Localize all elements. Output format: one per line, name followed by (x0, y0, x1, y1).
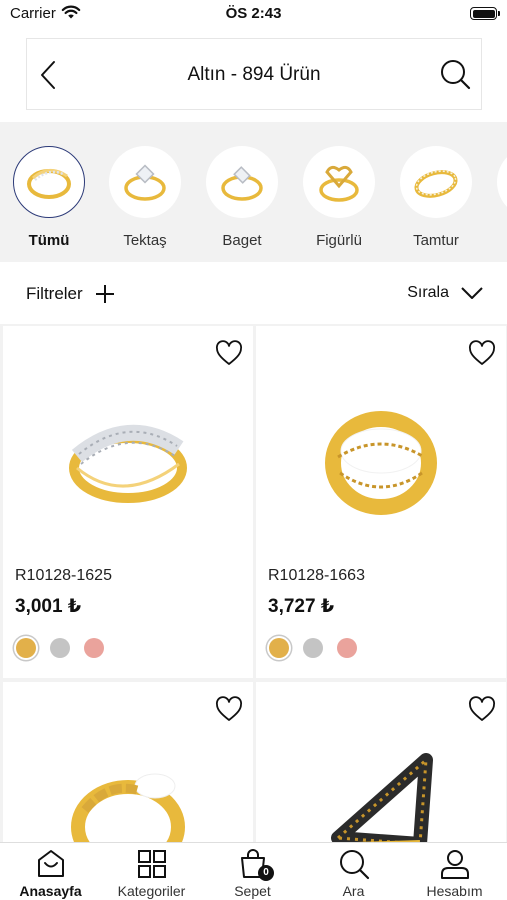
tab-label: Sepet (234, 883, 271, 899)
bottom-tab-bar: Anasayfa Kategoriler 0 Sepet Ara Hesabım (0, 842, 507, 900)
status-bar: Carrier ÖS 2:43 (0, 0, 507, 28)
sort-label: Sırala (407, 284, 449, 301)
product-image (3, 752, 253, 842)
top-header: Altın - 894 Ürün (26, 38, 482, 110)
search-icon[interactable] (439, 58, 471, 90)
sort-button[interactable]: Sırala (407, 284, 483, 302)
color-swatches (16, 638, 104, 658)
product-image (256, 752, 506, 842)
ring-image (221, 166, 263, 201)
swatch-silver[interactable] (303, 638, 323, 658)
tab-label: Kategoriler (117, 883, 186, 899)
category-label: Tamtur (413, 232, 459, 249)
color-swatches (269, 638, 357, 658)
tab-cart[interactable]: 0 Sepet (202, 847, 303, 899)
category-thumbnail (497, 146, 507, 218)
tab-home[interactable]: Anasayfa (0, 847, 101, 899)
clock: ÖS 2:43 (225, 5, 282, 22)
product-code: R10128-1625 (15, 567, 112, 584)
user-icon (440, 850, 469, 879)
ring-image (27, 169, 71, 199)
product-code: R10128-1663 (268, 567, 365, 584)
swatch-rose[interactable] (84, 638, 104, 658)
page-title: Altın - 894 Ürün (187, 64, 321, 85)
category-thumbnail (109, 146, 181, 218)
heart-icon[interactable] (215, 696, 243, 722)
product-price: 3,001 ₺ (15, 596, 82, 617)
chevron-down-icon (461, 287, 483, 299)
category-next-partial[interactable] (496, 146, 507, 218)
ring-image (414, 170, 458, 198)
ring-image (319, 165, 359, 202)
category-carousel[interactable]: Tümü Tektaş Baget Figürlü Tamtur (0, 122, 507, 262)
filters-button[interactable]: Filtreler (26, 284, 115, 304)
product-price: 3,727 ₺ (268, 596, 335, 617)
product-grid: R10128-1625 3,001 ₺ R10128-1663 3,727 ₺ (0, 324, 507, 842)
heart-icon[interactable] (215, 340, 243, 366)
category-label: Tektaş (123, 232, 167, 249)
filter-bar: Filtreler Sırala (0, 262, 507, 324)
heart-icon[interactable] (468, 696, 496, 722)
product-card[interactable]: R10128-1625 3,001 ₺ (3, 326, 253, 678)
tab-account[interactable]: Hesabım (404, 847, 505, 899)
swatch-silver[interactable] (50, 638, 70, 658)
category-eternity[interactable]: Tamtur (399, 146, 473, 249)
grid-icon (137, 850, 166, 878)
tab-label: Hesabım (426, 883, 483, 899)
category-figured[interactable]: Figürlü (302, 146, 376, 249)
category-thumbnail (303, 146, 375, 218)
battery-icon (470, 7, 500, 20)
product-card[interactable] (256, 682, 506, 842)
product-image (3, 366, 253, 556)
category-thumbnail (400, 146, 472, 218)
tab-categories[interactable]: Kategoriler (101, 847, 202, 899)
category-baguette[interactable]: Baget (205, 146, 279, 249)
category-all[interactable]: Tümü (12, 146, 86, 249)
swatch-rose[interactable] (337, 638, 357, 658)
ring-image (124, 164, 166, 201)
swatch-gold[interactable] (16, 638, 36, 658)
category-thumbnail (13, 146, 85, 218)
plus-icon (95, 285, 114, 303)
product-card[interactable]: R10128-1663 3,727 ₺ (256, 326, 506, 678)
category-solitaire[interactable]: Tektaş (108, 146, 182, 249)
cart-count-badge: 0 (258, 865, 274, 881)
category-label: Tümü (28, 232, 70, 249)
category-label: Figürlü (316, 232, 362, 249)
heart-icon[interactable] (468, 340, 496, 366)
search-icon (339, 850, 369, 880)
category-label: Baget (222, 232, 262, 249)
tab-label: Anasayfa (19, 883, 82, 899)
tab-search[interactable]: Ara (303, 847, 404, 899)
tab-label: Ara (342, 883, 365, 899)
swatch-gold[interactable] (269, 638, 289, 658)
filters-label: Filtreler (26, 284, 83, 303)
home-bag-icon (37, 850, 64, 877)
category-thumbnail (206, 146, 278, 218)
product-card[interactable] (3, 682, 253, 842)
product-image (256, 366, 506, 556)
